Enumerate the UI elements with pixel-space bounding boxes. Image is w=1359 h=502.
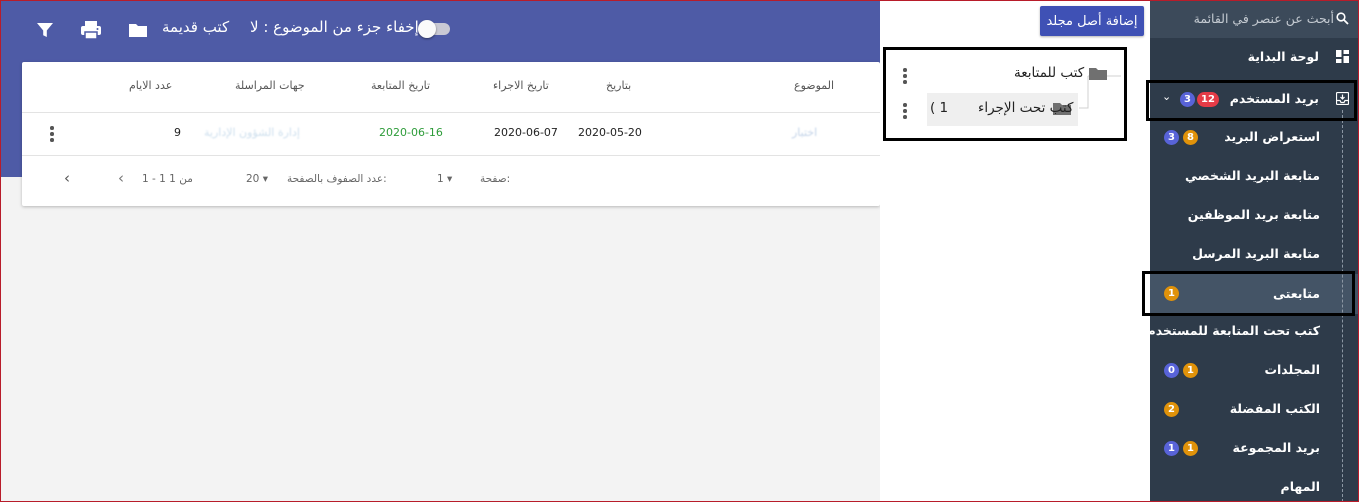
count-badge: 1 — [1183, 363, 1198, 378]
header-subject[interactable]: الموضوع — [794, 79, 834, 92]
sidebar-item-user-mail[interactable]: بريد المستخدم 12 3 ⌄ — [1150, 79, 1359, 119]
sidebar-item-my-followups[interactable]: متابعتى 1 — [1150, 274, 1359, 314]
count-badge: 0 — [1164, 363, 1179, 378]
hide-subject-toggle[interactable] — [418, 20, 450, 38]
folder-tree: كتب للمتابعة كتب تحت الإجراء ( 1 — [883, 47, 1127, 141]
sidebar: أبحث عن عنصر في القائمة لوحة البداية بري… — [1150, 0, 1359, 502]
sidebar-item-label: متابعة بريد الموظفين — [1187, 207, 1320, 222]
inbox-icon — [1336, 92, 1349, 105]
row-menu-icon[interactable] — [50, 126, 54, 142]
count-badge: 3 — [1164, 130, 1179, 145]
cell-date: 2020-05-20 — [578, 126, 642, 139]
sidebar-item-label: استعراض البريد — [1224, 129, 1320, 144]
node-menu-icon[interactable] — [903, 103, 907, 119]
count-badge: 1 — [1183, 441, 1198, 456]
sidebar-item-label: متابعة البريد المرسل — [1192, 246, 1320, 261]
header-days[interactable]: عدد الايام — [129, 79, 172, 92]
header-correspondents[interactable]: جهات المراسلة — [235, 79, 305, 92]
search-icon — [1336, 12, 1349, 25]
sidebar-item-user-followup-books[interactable]: كتب تحت المتابعة للمستخدم — [1150, 312, 1359, 350]
node-menu-icon[interactable] — [903, 68, 907, 84]
sidebar-item-personal-followup[interactable]: متابعة البريد الشخصي — [1150, 157, 1359, 195]
print-icon[interactable] — [76, 15, 106, 45]
cell-action-date: 2020-06-07 — [494, 126, 558, 139]
sidebar-item-label: المجلدات — [1264, 362, 1320, 377]
sidebar-item-label: لوحة البداية — [1247, 49, 1319, 64]
followup-table: الموضوع بتاريخ تاريخ الاجراء تاريخ المتا… — [22, 62, 880, 206]
sidebar-item-label: كتب تحت المتابعة للمستخدم — [1150, 323, 1320, 338]
main-content: كتب قديمة إخفاء جزء من الموضوع : لا المو… — [0, 0, 880, 502]
page-select[interactable]: 1 ▾ — [437, 173, 452, 185]
count-badge: 1 — [1164, 286, 1179, 301]
toolbar: كتب قديمة إخفاء جزء من الموضوع : لا — [0, 0, 880, 60]
cell-days: 9 — [174, 126, 181, 139]
sidebar-item-sent-followup[interactable]: متابعة البريد المرسل — [1150, 235, 1359, 273]
chevron-left-icon[interactable]: ‹ — [64, 169, 70, 187]
dashboard-icon — [1336, 50, 1349, 63]
sidebar-item-tasks[interactable]: المهام — [1150, 468, 1359, 502]
tree-node-count: ( 1 — [930, 100, 949, 116]
sidebar-item-staff-followup[interactable]: متابعة بريد الموظفين — [1150, 196, 1359, 234]
sidebar-item-label: متابعة البريد الشخصي — [1184, 168, 1320, 183]
count-badge: 1 — [1164, 441, 1179, 456]
page-label: صفحة: — [480, 173, 511, 185]
filter-icon[interactable] — [30, 15, 60, 45]
divider — [22, 112, 880, 113]
header-followup-date[interactable]: تاريخ المتابعة — [371, 79, 430, 92]
page-range: 1 - 1 من 1 — [142, 173, 193, 185]
sidebar-search[interactable]: أبحث عن عنصر في القائمة — [1150, 0, 1359, 38]
header-date[interactable]: بتاريخ — [606, 79, 631, 92]
count-badge: 8 — [1183, 130, 1198, 145]
tree-node-label: كتب للمتابعة — [1014, 65, 1085, 81]
sidebar-item-dashboard[interactable]: لوحة البداية — [1150, 38, 1359, 76]
folder-tree-panel: إضافة أصل مجلد كتب للمتابعة كتب تحت الإج… — [880, 0, 1150, 502]
tree-node-label: كتب تحت الإجراء — [978, 100, 1074, 116]
header-action-date[interactable]: تاريخ الاجراء — [493, 79, 549, 92]
sidebar-item-label: المهام — [1280, 479, 1320, 494]
add-root-folder-button[interactable]: إضافة أصل مجلد — [1040, 6, 1144, 36]
divider — [22, 155, 880, 156]
chevron-left-icon[interactable]: ‹ — [118, 169, 124, 187]
cell-followup-date: 2020-06-16 — [379, 126, 443, 139]
count-badge: 12 — [1197, 92, 1219, 107]
sidebar-item-label: الكتب المفضلة — [1229, 401, 1320, 416]
rows-per-page-label: عدد الصفوف بالصفحة: — [287, 173, 387, 185]
count-badge: 3 — [1180, 92, 1195, 107]
rows-per-page-select[interactable]: 20 ▾ — [246, 173, 268, 185]
cell-correspondents: إدارة الشؤون الإدارية — [204, 126, 300, 139]
sidebar-item-browse-mail[interactable]: استعراض البريد 8 3 — [1150, 118, 1359, 156]
sidebar-item-folders[interactable]: المجلدات 1 0 — [1150, 351, 1359, 389]
sidebar-item-label: بريد المجموعة — [1232, 440, 1320, 455]
folder-icon — [1089, 68, 1107, 80]
folder-icon[interactable] — [123, 15, 153, 45]
tree-guide-line — [1342, 110, 1344, 502]
sidebar-item-favorites[interactable]: الكتب المفضلة 2 — [1150, 390, 1359, 428]
old-books-button[interactable]: كتب قديمة — [162, 18, 229, 36]
sidebar-item-group-mail[interactable]: بريد المجموعة 1 1 — [1150, 429, 1359, 467]
cell-subject: اختبار — [792, 126, 818, 139]
sidebar-item-label: متابعتى — [1272, 286, 1320, 301]
sidebar-item-label: بريد المستخدم — [1229, 91, 1319, 106]
hide-subject-label: إخفاء جزء من الموضوع : لا — [250, 18, 419, 36]
count-badge: 2 — [1164, 402, 1179, 417]
search-input[interactable]: أبحث عن عنصر في القائمة — [1194, 11, 1334, 26]
chevron-down-icon[interactable]: ⌄ — [1162, 90, 1171, 103]
